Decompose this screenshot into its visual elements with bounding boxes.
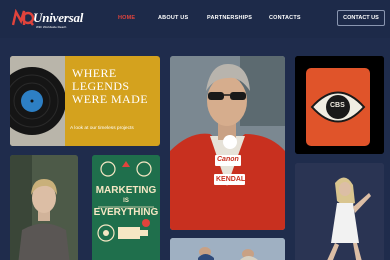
marketing-line-1: MARKETING — [95, 185, 157, 196]
hero-card[interactable]: WHERE LEGENDS WERE MADE A look at our ti… — [10, 56, 160, 146]
logo-mark-icon — [12, 9, 34, 26]
fashion-photo[interactable] — [295, 163, 384, 260]
contact-us-button[interactable]: CONTACT US — [337, 10, 385, 26]
vinyl-record-image — [10, 56, 66, 146]
marketing-line-2: IS — [123, 198, 129, 204]
nav-home[interactable]: HOME — [118, 15, 135, 21]
marketing-poster[interactable]: MARKETING IS EVERYTHING — [92, 155, 160, 260]
brand-tagline: With Worldwide Reach — [36, 25, 67, 29]
nav-about-us[interactable]: ABOUT US — [158, 15, 188, 21]
hero-subtitle: A look at our timeless projects — [70, 126, 134, 131]
marketing-line-3: EVERYTHING — [93, 207, 159, 218]
nav-partnerships[interactable]: PARTNERSHIPS — [207, 15, 252, 21]
dance-photo[interactable] — [170, 238, 285, 260]
cbs-logo-text: CBS — [330, 102, 345, 109]
hero-title-line-3: WERE MADE — [72, 92, 148, 106]
site-header: Universal With Worldwide Reach HOME ABOU… — [0, 0, 390, 38]
canon-patch: Canon — [217, 156, 239, 163]
brand-logo[interactable]: Universal With Worldwide Reach — [12, 7, 84, 29]
vintage-portrait-photo[interactable] — [10, 155, 78, 260]
kendall-patch: KENDALL — [216, 176, 250, 183]
racing-driver-photo[interactable]: Canon KENDALL — [170, 56, 285, 230]
hero-title: WHERE LEGENDS WERE MADE — [72, 67, 160, 106]
brand-name: Universal — [33, 10, 84, 25]
nav-contacts[interactable]: CONTACTS — [269, 15, 301, 21]
cbs-poster[interactable]: CBS — [295, 56, 384, 154]
